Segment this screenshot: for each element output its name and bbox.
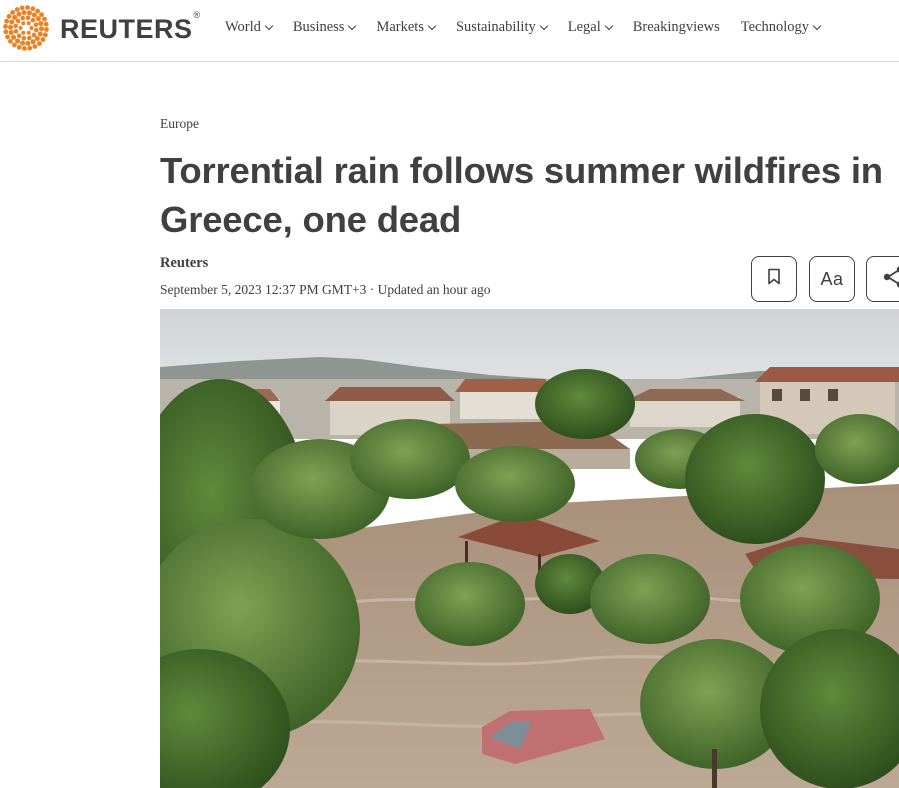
chevron-down-icon	[604, 21, 613, 30]
nav-item-world[interactable]: World	[225, 19, 274, 36]
article-photo[interactable]	[160, 309, 899, 788]
flood-scene-image	[160, 309, 899, 788]
nav-item-technology[interactable]: Technology	[740, 19, 822, 36]
chevron-down-icon	[427, 21, 437, 30]
chevron-down-icon	[264, 21, 274, 30]
article-dateline: September 5, 2023 12:37 PM GMT+3 · Updat…	[160, 282, 491, 297]
share-button[interactable]	[866, 256, 899, 302]
font-size-icon: Aa	[820, 268, 844, 289]
nav-item-breakingviews[interactable]: Breakingviews	[633, 19, 720, 36]
section-link[interactable]: Europe	[160, 116, 199, 132]
chevron-down-icon	[348, 21, 357, 30]
nav-label: Markets	[376, 19, 424, 35]
nav-label: Technology	[740, 19, 809, 35]
nav-item-business[interactable]: Business	[292, 19, 357, 36]
article-headline: Torrential rain follows summer wildfires…	[160, 150, 883, 240]
nav-item-markets[interactable]: Markets	[376, 19, 437, 36]
chevron-down-icon	[812, 21, 822, 30]
logo-text: REUTERS	[60, 13, 193, 44]
main-nav: World Business Markets Sustainability Le…	[225, 19, 822, 36]
bookmark-icon	[767, 268, 781, 290]
chevron-down-icon	[539, 21, 548, 30]
bookmark-button[interactable]	[751, 256, 797, 302]
nav-item-legal[interactable]: Legal	[567, 19, 613, 36]
nav-item-sustainability[interactable]: Sustainability	[455, 19, 548, 36]
font-size-button[interactable]: Aa	[809, 256, 855, 302]
nav-label: Breakingviews	[632, 19, 720, 35]
nav-label: Legal	[567, 19, 601, 35]
nav-label: Sustainability	[455, 19, 536, 35]
site-header: REUTERS® World Business Markets Sustaina…	[0, 0, 899, 62]
reuters-logo-icon	[1, 3, 51, 53]
reuters-logo[interactable]: REUTERS®	[1, 4, 201, 52]
nav-label: Business	[292, 19, 345, 35]
share-icon	[872, 264, 899, 295]
article-byline[interactable]: Reuters	[160, 255, 208, 272]
nav-label: World	[225, 19, 261, 35]
registered-mark: ®	[193, 9, 201, 20]
